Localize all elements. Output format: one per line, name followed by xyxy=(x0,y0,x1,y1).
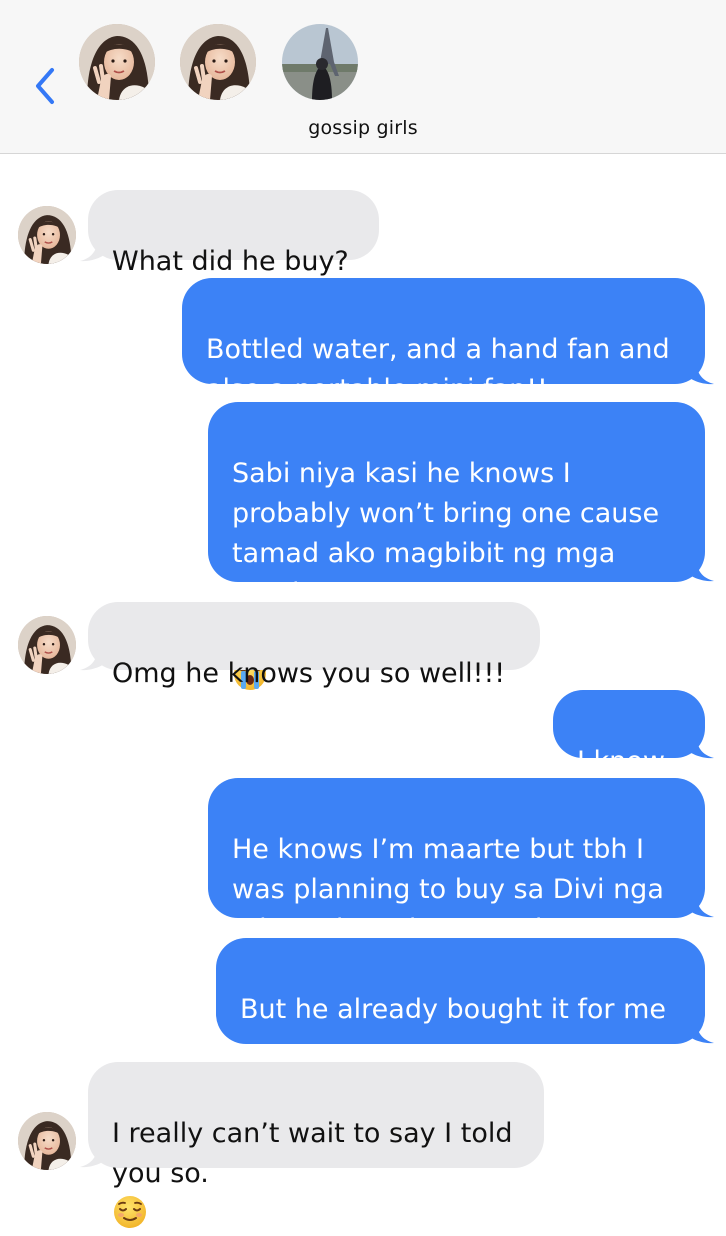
bubble-tail xyxy=(80,1142,108,1168)
outgoing-message-bubble[interactable]: But he already bought it for me xyxy=(216,938,705,1146)
bubble-tail xyxy=(686,359,714,385)
avatar-photo xyxy=(282,24,358,100)
sender-avatar[interactable] xyxy=(18,206,76,264)
bubble-tail xyxy=(686,1018,714,1044)
bubble-tail xyxy=(80,645,108,671)
bubble-tail xyxy=(80,236,108,262)
relieved-face-emoji-icon xyxy=(114,1196,146,1228)
group-avatar-1[interactable] xyxy=(79,24,155,100)
back-button[interactable] xyxy=(30,62,64,110)
sender-avatar[interactable] xyxy=(18,1112,76,1170)
message-text: What did he buy? xyxy=(112,246,349,277)
message-thread[interactable]: What did he buy? Bottled water, and a ha… xyxy=(0,154,726,1228)
avatar-photo xyxy=(180,24,256,100)
message-text: But he already bought it for me xyxy=(240,994,667,1025)
message-text: Sabi niya kasi he knows I probably won’t… xyxy=(232,458,660,609)
outgoing-message-bubble[interactable]: I know. xyxy=(553,690,705,777)
group-name[interactable]: gossip girls xyxy=(0,117,726,139)
message-text: Bottled water, and a hand fan and also a… xyxy=(206,334,670,405)
incoming-message-bubble[interactable]: Omg he knows you so well!!! xyxy=(88,602,540,689)
avatar-photo xyxy=(79,24,155,100)
chevron-left-icon xyxy=(36,68,54,104)
avatar-photo xyxy=(18,206,76,264)
outgoing-message-bubble[interactable]: He knows I’m maarte but tbh I was planni… xyxy=(208,778,705,984)
bubble-tail xyxy=(686,733,714,759)
message-text: Omg he knows you so well!!! xyxy=(112,658,506,689)
incoming-message-bubble[interactable]: I really can’t wait to say I told you so… xyxy=(88,1062,544,1228)
outgoing-message-bubble[interactable]: Sabi niya kasi he knows I probably won’t… xyxy=(208,402,705,690)
avatar-photo xyxy=(18,1112,76,1170)
group-avatar-2[interactable] xyxy=(180,24,256,100)
sender-avatar[interactable] xyxy=(18,616,76,674)
bubble-tail xyxy=(686,556,714,582)
message-text: He knows I’m maarte but tbh I was planni… xyxy=(232,834,664,945)
avatar-photo xyxy=(18,616,76,674)
message-text: I know. xyxy=(577,746,671,777)
conversation-header: gossip girls xyxy=(0,0,726,154)
incoming-message-bubble[interactable]: What did he buy? xyxy=(88,190,379,277)
outgoing-message-bubble[interactable]: Bottled water, and a hand fan and also a… xyxy=(182,278,705,405)
group-avatar-3[interactable] xyxy=(282,24,358,100)
bubble-tail xyxy=(686,892,714,918)
message-text: I really can’t wait to say I told you so… xyxy=(112,1118,513,1189)
